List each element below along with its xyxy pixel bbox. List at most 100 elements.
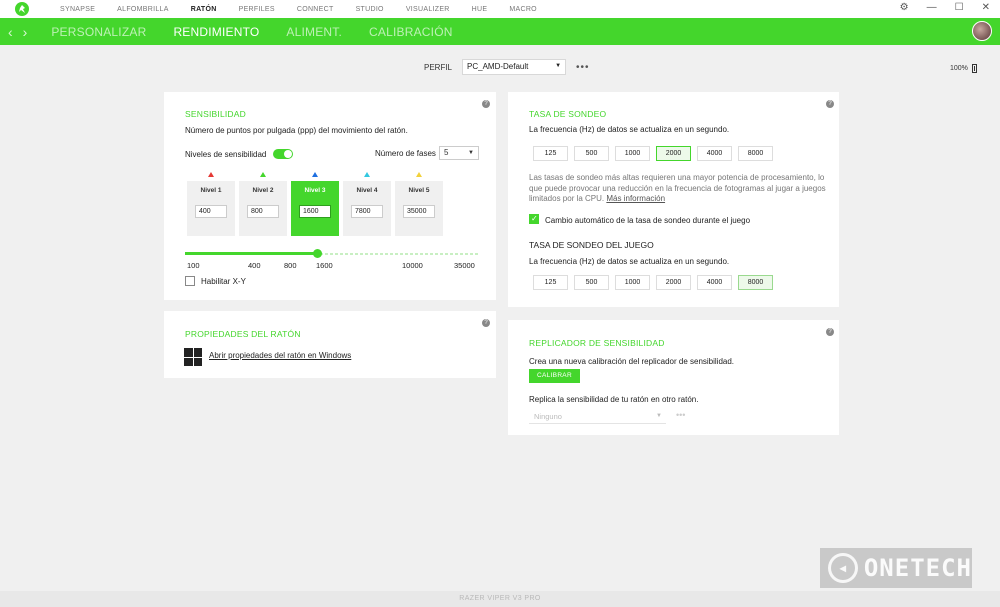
- game-polling-desc: La frecuencia (Hz) de datos se actualiza…: [529, 257, 730, 266]
- topnav-item-0[interactable]: SYNAPSE: [49, 6, 106, 13]
- mouse-properties-title: PROPIEDADES DEL RATÓN: [185, 329, 301, 339]
- more-options-icon[interactable]: •••: [676, 410, 685, 420]
- game-polling-rate-button-500[interactable]: 500: [574, 275, 609, 290]
- subnav-tab-2[interactable]: ALIMENT.: [286, 25, 342, 39]
- topnav-item-8[interactable]: MACRO: [498, 6, 548, 13]
- sensitivity-replicator-panel: ? REPLICADOR DE SENSIBILIDAD Crea una nu…: [508, 320, 839, 435]
- razer-logo-icon[interactable]: [15, 2, 29, 16]
- help-icon[interactable]: ?: [826, 328, 834, 336]
- slider-tick-label: 400: [248, 261, 261, 270]
- sensitivity-panel: ? SENSIBILIDAD Número de puntos por pulg…: [164, 92, 496, 300]
- subnav-tab-0[interactable]: PERSONALIZAR: [51, 25, 146, 39]
- level-dpi-input[interactable]: 35000: [403, 205, 435, 218]
- chevron-down-icon: ▼: [468, 150, 474, 156]
- slider-tick-label: 1600: [316, 261, 333, 270]
- replicate-label: Replica la sensibilidad de tu ratón en o…: [529, 395, 699, 404]
- window-controls: ⚙ — ☐ ✕: [900, 2, 990, 13]
- topnav-item-4[interactable]: CONNECT: [286, 6, 345, 13]
- level-name: Nivel 4: [356, 187, 378, 194]
- more-options-icon[interactable]: •••: [576, 62, 590, 73]
- level-name: Nivel 3: [304, 187, 326, 194]
- game-polling-rate-button-125[interactable]: 125: [533, 275, 568, 290]
- level-indicator-icon: [364, 172, 370, 177]
- game-polling-rate-button-1000[interactable]: 1000: [615, 275, 650, 290]
- subnav-tab-3[interactable]: CALIBRACIÓN: [369, 25, 453, 39]
- polling-rate-button-4000[interactable]: 4000: [697, 146, 732, 161]
- forward-arrow-icon[interactable]: ›: [23, 24, 28, 40]
- auto-polling-checkbox[interactable]: [529, 214, 539, 224]
- level-indicator-icon: [416, 172, 422, 177]
- stages-select[interactable]: 5 ▼: [439, 146, 479, 160]
- profile-row: PERFIL PC_AMD-Default ▼ •••: [424, 59, 590, 75]
- level-dpi-input[interactable]: 7800: [351, 205, 383, 218]
- polling-rate-panel: ? TASA DE SONDEO La frecuencia (Hz) de d…: [508, 92, 839, 307]
- subnav-tab-1[interactable]: RENDIMIENTO: [173, 25, 259, 39]
- stages-select-value: 5: [444, 148, 449, 157]
- polling-desc: La frecuencia (Hz) de datos se actualiza…: [529, 125, 730, 134]
- topnav-item-1[interactable]: ALFOMBRILLA: [106, 6, 180, 13]
- level-indicator-icon: [312, 172, 318, 177]
- level-indicator-icon: [260, 172, 266, 177]
- replicator-title: REPLICADOR DE SENSIBILIDAD: [529, 338, 665, 348]
- game-polling-rate-button-4000[interactable]: 4000: [697, 275, 732, 290]
- more-info-link[interactable]: Más información: [606, 194, 665, 203]
- replicate-mouse-select[interactable]: Ninguno ▼: [529, 411, 666, 424]
- watermark: ◂ ONETECH: [820, 548, 972, 588]
- sensitivity-level-1[interactable]: Nivel 1 400: [187, 181, 235, 236]
- sub-nav: ‹ › PERSONALIZAR RENDIMIENTO ALIMENT. CALIB…: [0, 18, 1000, 45]
- sensitivity-level-2[interactable]: Nivel 2 800: [239, 181, 287, 236]
- level-dpi-input[interactable]: 400: [195, 205, 227, 218]
- chevron-down-icon: ▼: [555, 63, 562, 69]
- dpi-slider-fill: [185, 252, 318, 255]
- game-polling-title: TASA DE SONDEO DEL JUEGO: [529, 240, 654, 250]
- game-polling-rate-button-8000[interactable]: 8000: [738, 275, 773, 290]
- dpi-slider-handle[interactable]: [313, 249, 323, 258]
- maximize-icon[interactable]: ☐: [955, 2, 964, 13]
- open-windows-mouse-properties-link[interactable]: Abrir propiedades del ratón en Windows: [209, 351, 351, 360]
- device-name-footer: RAZER VIPER V3 PRO: [0, 591, 1000, 607]
- polling-title: TASA DE SONDEO: [529, 109, 607, 119]
- calibrate-button[interactable]: CALIBRAR: [529, 369, 580, 383]
- close-icon[interactable]: ✕: [982, 2, 990, 13]
- profile-select-value: PC_AMD-Default: [467, 62, 529, 71]
- xy-label: Habilitar X-Y: [201, 277, 246, 286]
- polling-rate-button-8000[interactable]: 8000: [738, 146, 773, 161]
- topnav-item-2[interactable]: RATÓN: [180, 6, 228, 13]
- topnav-item-6[interactable]: VISUALIZER: [395, 6, 461, 13]
- settings-icon[interactable]: ⚙: [900, 2, 909, 13]
- back-arrow-icon[interactable]: ‹: [8, 24, 13, 40]
- level-name: Nivel 2: [252, 187, 274, 194]
- level-dpi-input[interactable]: 1600: [299, 205, 331, 218]
- title-bar: SYNAPSE ALFOMBRILLA RATÓN PERFILES CONNECT ST…: [0, 0, 1000, 18]
- watermark-text: ONETECH: [863, 554, 972, 582]
- game-polling-rate-button-2000[interactable]: 2000: [656, 275, 691, 290]
- battery-icon: [971, 64, 977, 73]
- help-icon[interactable]: ?: [482, 319, 490, 327]
- topnav-item-3[interactable]: PERFILES: [228, 6, 286, 13]
- sensitivity-desc: Número de puntos por pulgada (ppp) del m…: [185, 126, 408, 135]
- sensitivity-level-4[interactable]: Nivel 4 7800: [343, 181, 391, 236]
- help-icon[interactable]: ?: [482, 100, 490, 108]
- polling-rate-button-500[interactable]: 500: [574, 146, 609, 161]
- slider-tick-label: 100: [187, 261, 200, 270]
- windows-icon: [184, 348, 202, 366]
- profile-select[interactable]: PC_AMD-Default ▼: [462, 59, 567, 75]
- level-indicator-icon: [208, 172, 214, 177]
- polling-rate-button-125[interactable]: 125: [533, 146, 568, 161]
- level-name: Nivel 1: [200, 187, 222, 194]
- minimize-icon[interactable]: —: [927, 2, 937, 13]
- topnav-item-5[interactable]: STUDIO: [345, 6, 395, 13]
- sensitivity-levels-toggle[interactable]: [273, 149, 294, 160]
- polling-rate-button-2000[interactable]: 2000: [656, 146, 691, 161]
- xy-checkbox[interactable]: [185, 276, 195, 286]
- sensitivity-level-3[interactable]: Nivel 3 1600: [291, 181, 339, 236]
- polling-rate-button-1000[interactable]: 1000: [615, 146, 650, 161]
- sensitivity-level-5[interactable]: Nivel 5 35000: [395, 181, 443, 236]
- sensitivity-levels-label: Niveles de sensibilidad: [185, 150, 267, 159]
- topnav-item-7[interactable]: HUE: [461, 6, 499, 13]
- user-avatar[interactable]: [972, 21, 992, 41]
- help-icon[interactable]: ?: [826, 100, 834, 108]
- battery-level: 100%: [950, 65, 968, 72]
- level-name: Nivel 5: [408, 187, 430, 194]
- level-dpi-input[interactable]: 800: [247, 205, 279, 218]
